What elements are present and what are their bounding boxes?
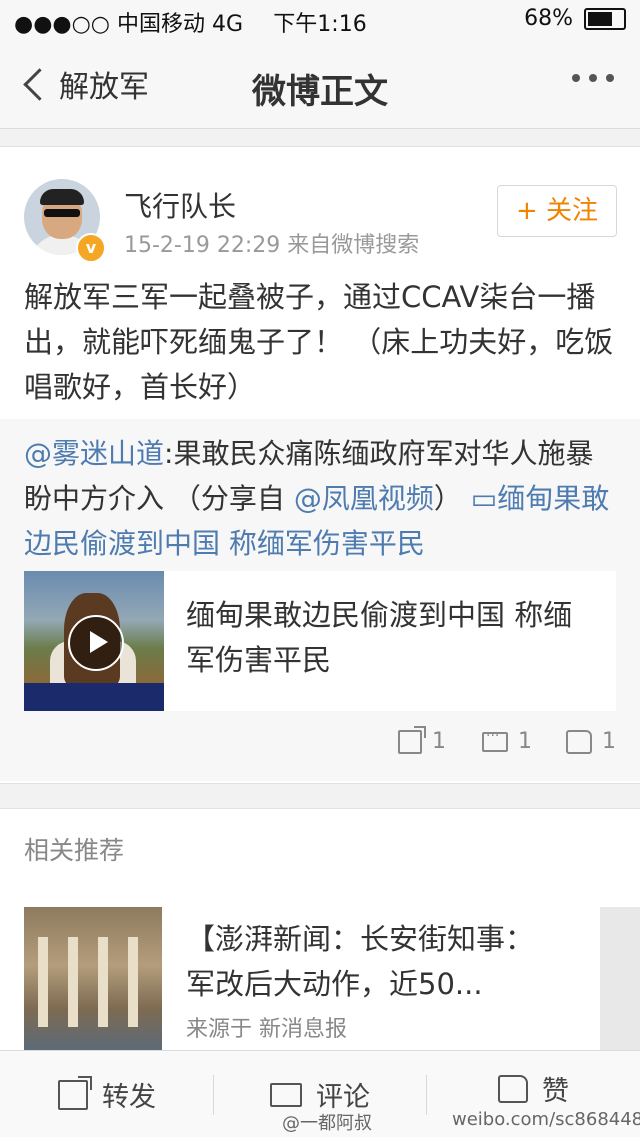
comment-count-button[interactable]: 1 — [482, 728, 532, 754]
post-text: 解放军三军一起叠被子，通过CCAV柒台一播出，就能吓死缅鬼子了！ （床上功夫好，… — [24, 280, 614, 404]
related-next-thumbnail — [600, 907, 640, 1053]
share-count-button[interactable]: 1 — [398, 725, 446, 754]
battery-icon — [584, 8, 626, 30]
repost-icon — [58, 1075, 92, 1110]
username[interactable]: 飞行队长 — [124, 185, 236, 225]
repost-button[interactable]: 转发 — [58, 1075, 156, 1114]
like-count-button[interactable]: 1 — [566, 729, 616, 754]
play-icon[interactable] — [68, 615, 124, 671]
watermark-right: weibo.com/sc868448 — [452, 1109, 640, 1130]
video-title: 缅甸果敢边民偷渡到中国 称缅军伤害平民 — [186, 598, 573, 677]
repost-actions: 1 1 1 — [0, 725, 640, 769]
status-bar: ●●●○○ 中国移动 4G 下午1:16 68% — [0, 0, 640, 40]
mention-link[interactable]: @雾迷山道 — [24, 437, 164, 470]
share-icon — [398, 725, 426, 754]
related-header: 相关推荐 — [0, 808, 640, 884]
thumbs-up-icon — [498, 1074, 528, 1103]
post-card: v 飞行队长 15-2-19 22:29 来自微博搜索 + 关注 解放军三军一起… — [0, 146, 640, 784]
repost-text: @雾迷山道:果敢民众痛陈缅政府军对华人施暴 盼中方介入 （分享自 @凤凰视频） … — [24, 437, 610, 560]
related-title: 【澎湃新闻：长安街知事：军改后大动作，近50... — [186, 922, 535, 1001]
comment-icon — [482, 728, 508, 752]
battery-percent: 68% — [524, 6, 573, 31]
follow-button[interactable]: + 关注 — [497, 185, 617, 237]
video-thumbnail[interactable] — [24, 571, 164, 711]
source-mention-link[interactable]: @凤凰视频 — [294, 482, 434, 515]
bottom-toolbar: 转发 评论 赞 @一都阿叔 weibo.com/sc868448 — [0, 1050, 640, 1137]
related-source: 来源于 新消息报 — [186, 1017, 347, 1042]
repost-block[interactable]: @雾迷山道:果敢民众痛陈缅政府军对华人施暴 盼中方介入 （分享自 @凤凰视频） … — [0, 419, 640, 781]
more-icon[interactable] — [572, 74, 614, 82]
like-button[interactable]: 赞 — [498, 1069, 569, 1108]
watermark-left: @一都阿叔 — [282, 1113, 372, 1134]
comment-icon — [270, 1082, 302, 1107]
related-thumbnail — [24, 907, 162, 1053]
related-item[interactable]: 【澎湃新闻：长安街知事：军改后大动作，近50... 来源于 新消息报 — [0, 883, 640, 1053]
video-card[interactable]: 缅甸果敢边民偷渡到中国 称缅军伤害平民 — [24, 571, 616, 711]
thumbs-up-icon — [566, 729, 592, 754]
battery-status: 68% — [524, 6, 626, 31]
page-title: 微博正文 — [252, 72, 388, 112]
nav-bar: 解放军 微博正文 — [0, 40, 640, 129]
verified-badge-icon: v — [76, 233, 106, 263]
post-meta: 15-2-19 22:29 来自微博搜索 — [124, 233, 420, 258]
